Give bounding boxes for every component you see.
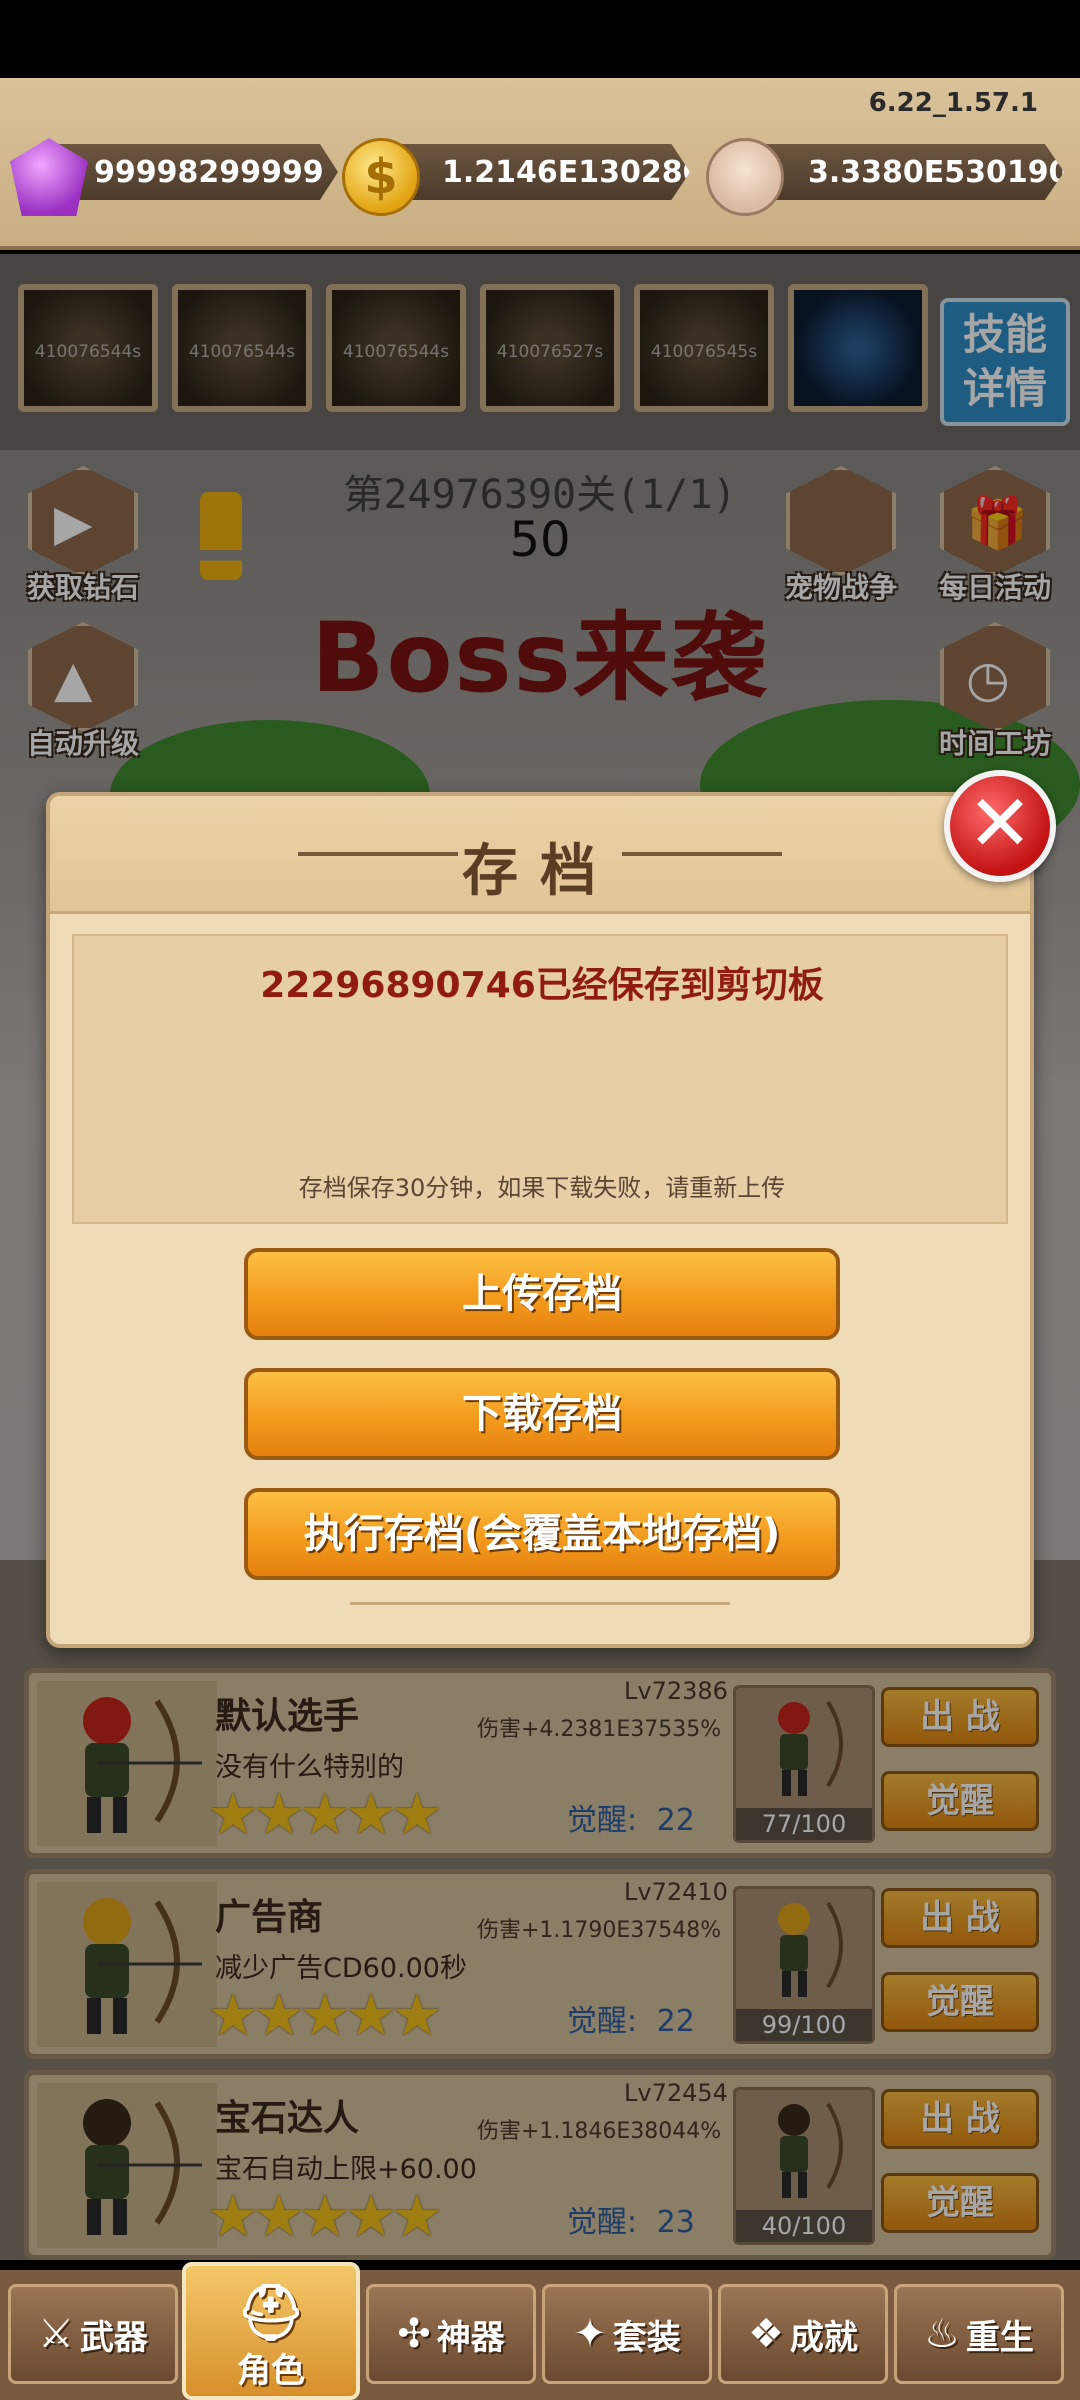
close-button[interactable]: ✕ [944,770,1056,882]
gold-value: 1.2146E1302803 [380,144,690,200]
save-note: 存档保存30分钟，如果下载失败，请重新上传 [298,1174,786,1202]
dialog-title: 存档 [462,839,618,904]
skulls-value: 3.3380E530190 [746,144,1064,200]
nav-weapons-label: 武器 [79,2317,148,2358]
skull-counter: 3.3380E530190 [706,138,1066,216]
skull-icon [706,138,784,216]
dialog-header: 存档 [50,796,1030,914]
flame-icon: ♨ [924,2311,960,2357]
dialog-message-box: 22296890746已经保存到剪切板 存档保存30分钟，如果下载失败，请重新上… [72,934,1008,1224]
nav-artifacts-label: 神器 [436,2317,505,2358]
version-label: 6.22_1.57.1 [868,88,1038,118]
gems-counter: 99998299999 [10,138,340,216]
nav-sets-label: 套装 [612,2317,681,2358]
bottom-ornament-icon [350,1602,730,1605]
upload-save-button[interactable]: 上传存档 [244,1248,840,1340]
achievement-icon: ❖ [748,2311,784,2357]
nav-artifacts[interactable]: ✣ 神器 [366,2284,536,2384]
status-bar [0,0,1080,78]
nav-weapons[interactable]: ⚔ 武器 [8,2284,178,2384]
artifact-icon: ✣ [397,2311,431,2357]
nav-achievements[interactable]: ❖ 成就 [718,2284,888,2384]
save-dialog: 存档 22296890746已经保存到剪切板 存档保存30分钟，如果下载失败，请… [46,792,1034,1648]
armor-icon: ✦ [573,2311,607,2357]
crossed-swords-icon: ⚔ [38,2311,74,2357]
nav-sets[interactable]: ✦ 套装 [542,2284,712,2384]
gold-counter: 1.2146E1302803 $ [342,138,692,216]
gold-coin-icon: $ [342,138,420,216]
close-icon: ✕ [967,779,1033,869]
nav-rebirth-label: 重生 [965,2317,1034,2358]
nav-rebirth[interactable]: ♨ 重生 [894,2284,1064,2384]
download-save-button[interactable]: 下载存档 [244,1368,840,1460]
execute-save-button[interactable]: 执行存档(会覆盖本地存档) [244,1488,840,1580]
nav-achievements-label: 成就 [789,2317,858,2358]
nav-character[interactable]: ⛑ 角色 [182,2262,360,2400]
nav-character-label: 角色 [237,2351,305,2391]
save-message: 22296890746已经保存到剪切板 [260,965,824,1006]
helmet-icon: ⛑ [236,2281,306,2344]
